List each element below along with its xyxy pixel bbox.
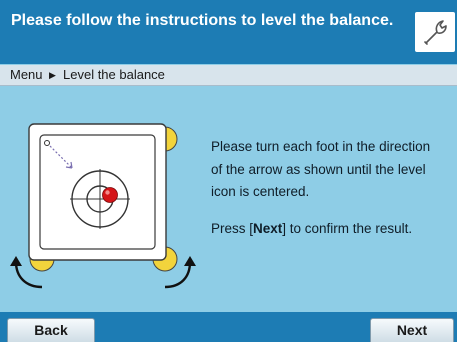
page-title: Please follow the instructions to level … [11, 12, 394, 29]
level-bubble [102, 187, 118, 203]
settings-button[interactable] [415, 12, 455, 52]
next-button[interactable]: Next [370, 318, 454, 342]
header-bar: Please follow the instructions to level … [0, 0, 457, 64]
instruction-confirm: Press [Next] to confirm the result. [211, 220, 413, 236]
instruction-text: Please turn each foot in the direction o… [211, 136, 441, 240]
breadcrumb-current: Level the balance [63, 67, 165, 82]
breadcrumb: Menu ▶ Level the balance [0, 65, 457, 86]
balance-level-illustration [10, 123, 196, 289]
wrench-icon [424, 20, 447, 45]
balance-pan [39, 134, 156, 250]
breadcrumb-menu[interactable]: Menu [10, 65, 43, 85]
back-button[interactable]: Back [7, 318, 95, 342]
instruction-step: Please turn each foot in the direction o… [211, 139, 431, 199]
level-dot [44, 140, 50, 146]
breadcrumb-separator: ▶ [49, 70, 56, 80]
